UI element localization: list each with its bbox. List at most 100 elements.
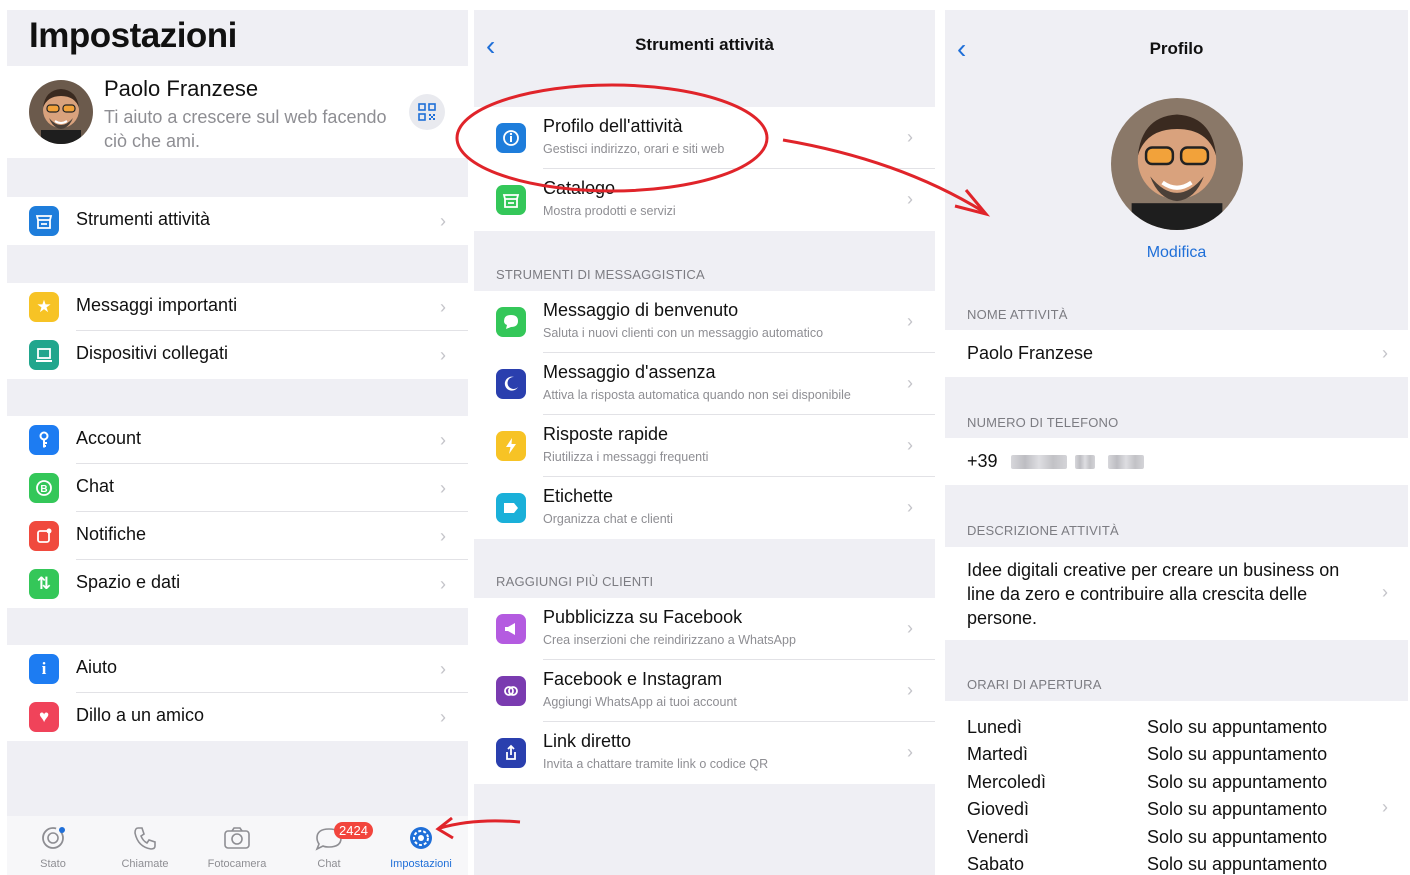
settings-item-label: Account [76,428,142,448]
settings-item-invite-friend[interactable]: ♥ Dillo a un amico › [7,693,468,741]
item-title: Messaggio di benvenuto [543,300,739,320]
quick-replies-item[interactable]: Risposte rapide Riutilizza i messaggi fr… [474,415,935,477]
shop-icon [496,185,526,215]
description-row[interactable]: Idee digitali creative per creare un bus… [945,547,1408,640]
megaphone-icon [496,614,526,644]
tab-label: Stato [40,858,66,870]
catalog-item[interactable]: Catalogo Mostra prodotti e servizi › [474,169,935,231]
item-title: Messaggio d'assenza [543,362,716,382]
hours-day: Venerdì [967,827,1030,847]
settings-item-chat[interactable]: B Chat › [7,464,468,512]
chevron-right-icon: › [440,574,446,594]
qr-code-button[interactable] [409,94,445,130]
settings-item-starred[interactable]: ★ Messaggi importanti › [7,283,468,331]
hours-value: Solo su appuntamento [1147,799,1328,819]
away-message-item[interactable]: Messaggio d'assenza Attiva la risposta a… [474,353,935,415]
item-subtitle: Saluta i nuovi clienti con un messaggio … [543,326,824,340]
item-subtitle: Organizza chat e clienti [543,512,673,526]
item-subtitle: Gestisci indirizzo, orari e siti web [543,142,725,156]
tab-status[interactable]: Stato [13,822,93,870]
chevron-right-icon: › [1382,343,1388,363]
settings-item-linked-devices[interactable]: Dispositivi collegati › [7,331,468,379]
moon-icon [496,369,526,399]
section-header: RAGGIUNGI PIÙ CLIENTI [496,574,654,589]
hours-day: Martedì [967,744,1029,764]
page-title: Strumenti attività [635,35,774,54]
settings-group-account: Account › B Chat › Notifiche › ⇅ Spazio … [7,416,468,608]
item-title: Profilo dell'attività [543,116,683,136]
item-subtitle: Mostra prodotti e servizi [543,204,676,218]
star-icon: ★ [29,292,59,322]
settings-gear-icon [410,827,432,849]
camera-icon [224,827,250,849]
chevron-right-icon: › [907,127,913,147]
phone-prefix: +39 [967,451,998,471]
settings-item-help[interactable]: i Aiuto › [7,645,468,693]
section-header: NUMERO DI TELEFONO [967,415,1119,430]
settings-item-label: Notifiche [76,524,147,544]
welcome-message-item[interactable]: Messaggio di benvenuto Saluta i nuovi cl… [474,291,935,353]
settings-item-business-tools[interactable]: Strumenti attività › [7,197,468,245]
settings-item-label: Aiuto [76,657,118,677]
direct-link-item[interactable]: Link diretto Invita a chattare tramite l… [474,722,935,784]
business-profile-item[interactable]: Profilo dell'attività Gestisci indirizzo… [474,107,935,169]
redacted-phone [1074,455,1095,470]
settings-item-storage[interactable]: ⇅ Spazio e dati › [7,560,468,608]
reach-customers-group: Pubblicizza su Facebook Crea inserzioni … [474,598,935,784]
tab-calls[interactable]: Chiamate [105,822,185,870]
page-title: Profilo [1149,39,1204,58]
chevron-right-icon: › [440,430,446,450]
item-subtitle: Riutilizza i messaggi frequenti [543,450,709,464]
arrows-icon: ⇅ [29,569,59,599]
settings-item-notifications[interactable]: Notifiche › [7,512,468,560]
section-header: NOME ATTIVITÀ [967,307,1068,322]
hours-value: Solo su appuntamento [1147,827,1328,847]
business-name-row[interactable]: Paolo Franzese › [945,330,1408,377]
facebook-instagram-item[interactable]: Facebook e Instagram Aggiungi WhatsApp a… [474,660,935,722]
chevron-right-icon: › [1382,582,1388,602]
chevron-right-icon: › [907,435,913,455]
redacted-phone [1107,455,1144,470]
redacted-phone [1010,455,1067,470]
item-subtitle: Aggiungi WhatsApp ai tuoi account [543,695,737,709]
info-icon: i [29,654,59,684]
key-icon [29,425,59,455]
opening-hours-row[interactable]: Lunedì Solo su appuntamento Martedì Solo… [945,701,1408,875]
phone-icon [134,827,156,850]
notification-icon [29,521,59,551]
item-subtitle: Attiva la risposta automatica quando non… [543,388,851,402]
advertise-facebook-item[interactable]: Pubblicizza su Facebook Crea inserzioni … [474,598,935,660]
labels-item[interactable]: Etichette Organizza chat e clienti › [474,477,935,539]
tab-chat[interactable]: 2424 Chat [289,822,373,870]
welcome-bubble-icon [496,307,526,337]
hours-day: Mercoledì [967,772,1047,792]
chevron-right-icon: › [440,526,446,546]
item-title: Risposte rapide [543,424,669,444]
hours-value: Solo su appuntamento [1147,744,1328,764]
messaging-tools-group: Messaggio di benvenuto Saluta i nuovi cl… [474,291,935,539]
profile-photo[interactable] [1111,98,1243,230]
item-title: Etichette [543,486,614,506]
settings-item-label: Dillo a un amico [76,705,205,725]
profile-name: Paolo Franzese [104,76,259,101]
settings-item-account[interactable]: Account › [7,416,468,464]
chevron-right-icon: › [440,707,446,727]
edit-photo-link[interactable]: Modifica [945,244,1408,262]
hours-day: Giovedì [967,799,1030,819]
status-icon [42,827,65,849]
tab-settings[interactable]: Impostazioni [381,822,461,870]
tab-label: Impostazioni [390,858,452,870]
section-header: STRUMENTI DI MESSAGGISTICA [496,267,705,282]
tab-camera[interactable]: Fotocamera [197,822,277,870]
storefront-icon [29,206,59,236]
settings-item-label: Messaggi importanti [76,295,238,315]
item-title: Facebook e Instagram [543,669,723,689]
tab-label: Chat [317,858,341,870]
chevron-right-icon: › [440,345,446,365]
laptop-icon [29,340,59,370]
hours-value: Solo su appuntamento [1147,772,1328,792]
business-description: Idee digitali creative per creare un bus… [967,560,1340,628]
item-title: Pubblicizza su Facebook [543,607,743,627]
profile-card[interactable]: Paolo Franzese Ti aiuto a crescere sul w… [7,66,468,158]
section-header: DESCRIZIONE ATTIVITÀ [967,523,1119,538]
